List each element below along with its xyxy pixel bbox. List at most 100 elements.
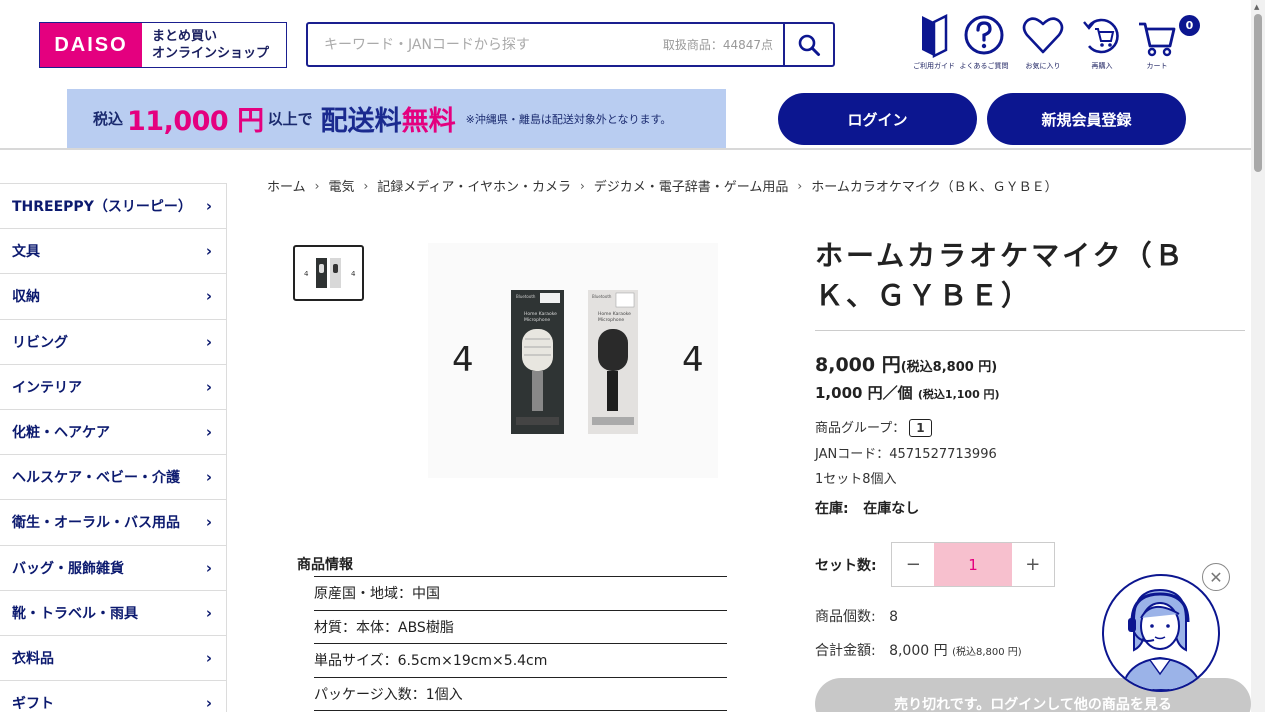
chevron-right-icon: › [205,558,212,577]
sidebar-item-label: 収納 [12,289,40,306]
product-group-badge: 1 [909,419,932,437]
unit-price-tax: (税込1,100 円) [917,388,1000,401]
guide-icon [922,13,948,58]
nav-guide-label: ご利用ガイド [913,62,955,70]
set-price-value: 8,000 円 [815,354,901,376]
chevron-right-icon: › [205,377,212,396]
total-tax: (税込8,800 円) [952,647,1022,658]
sidebar-item-threeppy[interactable]: THREEPPY（スリーピー） › [0,184,226,230]
chevron-right-icon: › [205,287,212,306]
breadcrumb: ホーム › 電気 › 記録メディア・イヤホン・カメラ › デジカメ・電子辞書・ゲ… [267,176,1058,196]
svg-text:4: 4 [351,270,356,278]
breadcrumb-separator-icon: › [579,178,585,193]
sidebar-item-clothing[interactable]: 衣料品 › [0,636,226,682]
set-info: 1セット8個入 [815,472,897,487]
promo-free: 無料 [401,106,456,137]
sidebar-item-label: ギフト [12,696,54,712]
sidebar-item-label: 文具 [12,244,40,261]
chevron-right-icon: › [205,332,212,351]
sidebar-item-bags[interactable]: バッグ・服飾雑貨 › [0,546,226,591]
unit-price-value: 1,000 円／個 [815,384,913,402]
decrement-button[interactable]: − [892,543,934,586]
logo-brand: DAISO [40,23,142,67]
breadcrumb-separator-icon: › [363,178,369,193]
search-input[interactable] [308,24,663,65]
total-price: 合計金額: 8,000 円 (税込8,800 円) [815,640,1022,660]
header-divider [0,148,1251,150]
sidebar-item-hygiene[interactable]: 衛生・オーラル・バス用品 › [0,500,226,546]
breadcrumb-separator-icon: › [314,178,320,193]
quantity-value[interactable]: 1 [934,543,1012,586]
sidebar-item-living[interactable]: リビング › [0,320,226,365]
operator-avatar-icon [1120,588,1204,690]
promo-above: 以上で [267,110,313,128]
free-shipping-banner[interactable]: 税込 11,000 円 以上で 配送料 無料 ※沖縄県・離島は配送対象外となりま… [67,89,726,148]
sidebar-item-storage[interactable]: 収納 › [0,274,226,320]
register-button[interactable]: 新規会員登録 [987,93,1186,145]
increment-button[interactable]: + [1012,543,1054,586]
chevron-right-icon: › [205,694,212,712]
total-value: 8,000 円 [889,643,948,659]
product-thumbnail[interactable]: 4 4 [293,245,364,301]
page-scrollbar[interactable]: ▲ [1251,0,1265,712]
product-title: ホームカラオケマイク（ＢＫ、ＧＹＢＥ） [815,239,1186,312]
sidebar-item-shoes[interactable]: 靴・トラベル・雨具 › [0,591,226,636]
chevron-right-icon: › [205,242,212,261]
chat-close-button[interactable]: ✕ [1202,563,1230,591]
sidebar-item-gift[interactable]: ギフト › [0,681,226,712]
svg-text:Home Karaoke: Home Karaoke [524,311,557,317]
scroll-up-icon[interactable]: ▲ [1254,3,1259,11]
breadcrumb-electric[interactable]: 電気 [328,176,354,195]
sidebar-item-stationery[interactable]: 文具 › [0,229,226,275]
sidebar-item-label: 衣料品 [12,650,54,667]
product-group: 商品グループ： 1 [815,417,932,437]
rebuy-icon [1083,18,1119,54]
thumbnail-image: 4 4 [304,258,356,288]
stock-label: 在庫: [815,501,849,517]
promo-shipping: 配送料 [320,106,402,137]
nav-cart-label: カート [1146,62,1168,70]
close-icon: ✕ [1209,567,1223,587]
sidebar-item-healthcare[interactable]: ヘルスケア・ベビー・介護 › [0,455,226,501]
breadcrumb-media[interactable]: 記録メディア・イヤホン・カメラ [377,176,571,195]
total-label: 合計金額: [815,643,876,659]
product-details-heading: 商品情報 [297,557,353,573]
svg-text:Home Karaoke: Home Karaoke [598,311,631,317]
nav-rebuy-label: 再購入 [1091,62,1113,70]
sidebar-item-label: バッグ・服飾雑貨 [12,560,124,577]
question-icon [964,15,1004,55]
detail-row-size: 単品サイズ：6.5cm×19cm×5.4cm [314,644,727,678]
jan-code: JANコード：4571527713996 [815,447,997,462]
nav-faq-label: よくあるご質問 [959,62,1009,70]
sidebar-item-label: 靴・トラベル・雨具 [12,605,138,622]
sidebar-item-label: 化粧・ヘアケア [12,425,110,442]
product-group-label: 商品グループ： [815,421,906,436]
promo-amount: 11,000 円 [127,106,264,137]
detail-row-material: 材質：本体：ABS樹脂 [314,611,727,644]
sidebar-item-interior[interactable]: インテリア › [0,365,226,410]
logo-line2: オンラインショップ [152,46,270,61]
svg-text:Bluetooth: Bluetooth [516,294,536,299]
unit-price: 1,000 円／個 (税込1,100 円) [815,382,1000,403]
sidebar-item-cosmetics[interactable]: 化粧・ヘアケア › [0,410,226,456]
nav-favorites[interactable]: お気に入り [1012,12,1074,71]
breadcrumb-home[interactable]: ホーム [267,176,306,195]
nav-rebuy[interactable]: 再購入 [1071,12,1133,71]
stock-value: 在庫なし [863,501,920,517]
daiso-logo[interactable]: DAISO まとめ買い オンラインショップ [39,22,287,68]
product-count: 取扱商品：44847点 [662,38,773,52]
search-icon [798,34,820,56]
detail-row-package: パッケージ入数：1個入 [314,678,727,711]
scrollbar-thumb[interactable] [1254,14,1262,172]
svg-text:4: 4 [304,270,309,278]
breadcrumb-digicam[interactable]: デジカメ・電子辞書・ゲーム用品 [594,176,789,195]
nav-faq[interactable]: よくあるご質問 [953,12,1015,71]
item-count: 商品個数: 8 [815,606,898,626]
chevron-right-icon: › [205,648,212,667]
login-button[interactable]: ログイン [778,93,977,145]
svg-text:Bluetooth: Bluetooth [592,294,612,299]
product-main-image[interactable]: 4 4 Bluetooth Home Karaoke Microphone Bl… [428,243,718,478]
logo-line1: まとめ買い [152,29,218,44]
search-button[interactable] [783,24,833,65]
chat-assistant-button[interactable] [1102,574,1220,692]
